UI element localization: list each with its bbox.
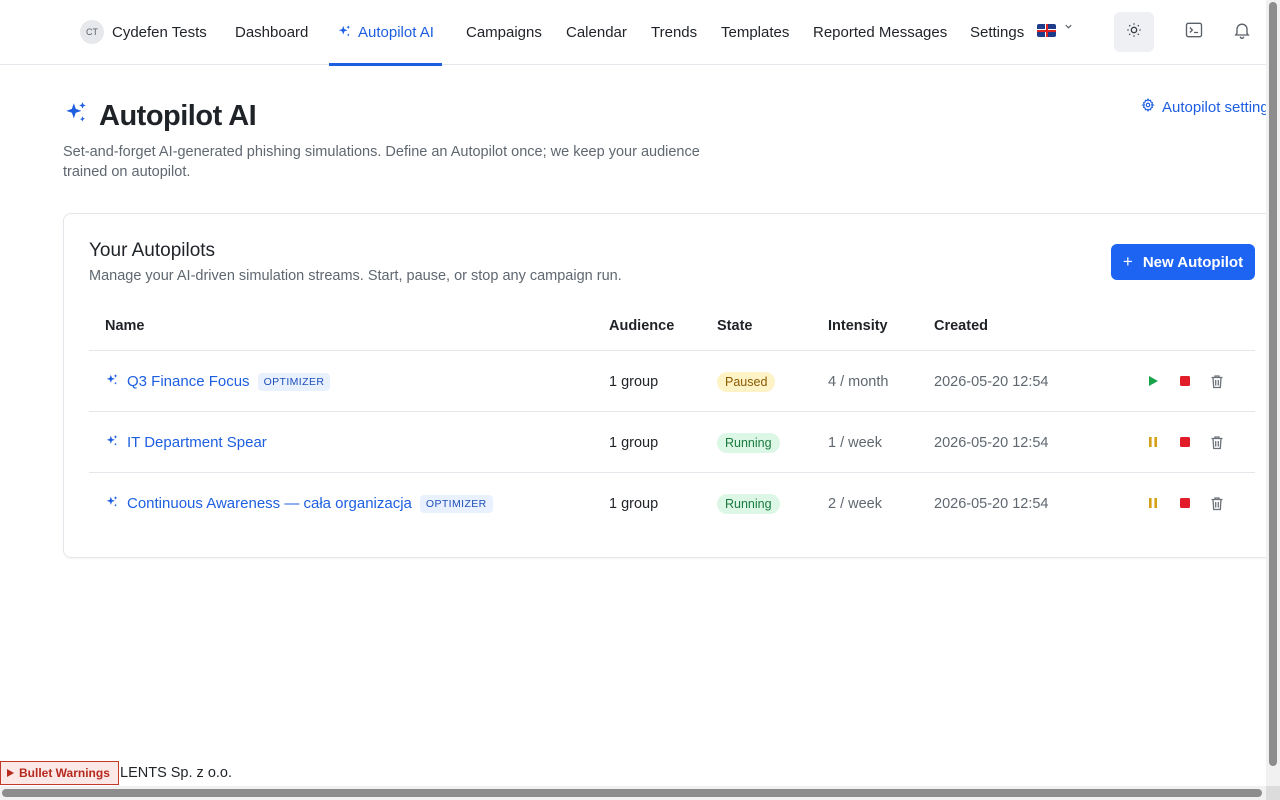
settings-link-label: Autopilot settings — [1162, 98, 1266, 116]
caret-right-icon — [7, 766, 14, 780]
theme-toggle-button[interactable] — [1114, 12, 1154, 52]
column-header-name[interactable]: Name — [105, 310, 145, 342]
horizontal-scrollbar[interactable] — [0, 786, 1266, 800]
org-avatar: CT — [80, 20, 104, 44]
autopilot-name-link[interactable]: Q3 Finance Focus OPTIMIZER — [105, 351, 331, 412]
state-cell: Running — [717, 473, 780, 534]
nav-settings[interactable]: Settings — [970, 0, 1024, 65]
nav-trends[interactable]: Trends — [651, 0, 697, 65]
new-autopilot-button[interactable]: + New Autopilot — [1111, 244, 1255, 280]
table-header: Name Audience State Intensity Created — [89, 310, 1255, 351]
nav-label: Trends — [651, 24, 698, 41]
table-row: Continuous Awareness — cała organizacja … — [89, 473, 1255, 534]
trash-icon[interactable] — [1209, 373, 1225, 389]
stop-icon[interactable] — [1177, 495, 1193, 511]
created-cell: 2026-05-20 12:54 — [934, 434, 1049, 451]
terminal-icon — [1184, 20, 1204, 45]
sparkles-icon — [105, 373, 119, 390]
nav-templates[interactable]: Templates — [721, 0, 789, 65]
nav-autopilot-ai[interactable]: Autopilot AI — [329, 0, 442, 66]
intensity-cell: 4 / month — [828, 373, 889, 390]
nav-label: Dashboard — [235, 24, 309, 41]
page-description: Set-and-forget AI-generated phishing sim… — [63, 144, 700, 180]
app-viewport: CT Cydefen Tests Dashboard Autopilot AI … — [0, 0, 1266, 786]
pause-icon[interactable] — [1145, 434, 1161, 450]
bullet-warnings-label: Bullet Warnings — [19, 766, 110, 780]
trash-icon[interactable] — [1209, 495, 1225, 511]
top-navigation: CT Cydefen Tests Dashboard Autopilot AI … — [0, 0, 1266, 66]
sun-icon — [1126, 22, 1142, 43]
nav-label: Settings — [970, 24, 1025, 41]
org-switcher[interactable]: CT Cydefen Tests — [80, 20, 207, 44]
optimizer-badge: OPTIMIZER — [419, 494, 493, 513]
autopilot-name-link[interactable]: Continuous Awareness — cała organizacja … — [105, 473, 493, 534]
nav-label: Reported Messages — [813, 24, 948, 41]
table-row: Q3 Finance Focus OPTIMIZER 1 group Pause… — [89, 351, 1255, 412]
nav-campaigns[interactable]: Campaigns — [466, 0, 542, 65]
column-header-state[interactable]: State — [717, 310, 752, 342]
autopilots-card: Your Autopilots Manage your AI-driven si… — [63, 213, 1266, 558]
nav-label: Calendar — [566, 24, 627, 41]
autopilot-name: Continuous Awareness — cała organizacja — [127, 495, 412, 512]
sparkles-icon — [337, 24, 352, 42]
audience-cell: 1 group — [609, 495, 659, 512]
sparkles-icon — [63, 100, 89, 133]
nav-calendar[interactable]: Calendar — [566, 0, 627, 65]
autopilot-name: IT Department Spear — [127, 434, 267, 451]
nav-label: Templates — [721, 24, 790, 41]
created-cell: 2026-05-20 12:54 — [934, 495, 1049, 512]
state-cell: Running — [717, 412, 780, 473]
nav-dashboard[interactable]: Dashboard — [235, 0, 308, 65]
table-row: IT Department Spear 1 group Running 1 / … — [89, 412, 1255, 473]
status-badge: Paused — [717, 371, 776, 392]
org-name: Cydefen Tests — [112, 23, 207, 41]
card-title: Your Autopilots — [89, 240, 216, 261]
new-autopilot-label: New Autopilot — [1142, 253, 1244, 271]
status-badge: Running — [717, 432, 780, 453]
vertical-scrollbar[interactable] — [1266, 0, 1280, 786]
plus-icon: + — [1122, 252, 1133, 271]
autopilot-settings-link[interactable]: Autopilot settings — [1141, 98, 1266, 116]
chevron-down-icon[interactable] — [1064, 22, 1073, 34]
card-description: Manage your AI-driven simulation streams… — [89, 268, 622, 284]
status-badge: Running — [717, 493, 780, 514]
scroll-thumb[interactable] — [1269, 2, 1277, 766]
trash-icon[interactable] — [1209, 434, 1225, 450]
notifications-button[interactable] — [1222, 12, 1262, 52]
intensity-cell: 2 / week — [828, 495, 882, 512]
optimizer-badge: OPTIMIZER — [257, 372, 331, 391]
scrollbar-corner — [1266, 786, 1280, 800]
nav-label: Autopilot AI — [358, 24, 434, 41]
sparkles-icon — [105, 495, 119, 512]
footer-company-text: LENTS Sp. z o.o. — [120, 765, 233, 781]
uk-flag-icon[interactable] — [1037, 24, 1056, 37]
page-title: Autopilot AI — [63, 98, 257, 134]
bell-icon — [1232, 20, 1252, 45]
stop-icon[interactable] — [1177, 434, 1193, 450]
audience-cell: 1 group — [609, 434, 659, 451]
play-icon[interactable] — [1145, 373, 1161, 389]
intensity-cell: 1 / week — [828, 434, 882, 451]
state-cell: Paused — [717, 351, 776, 412]
audience-cell: 1 group — [609, 373, 659, 390]
nav-label: Campaigns — [466, 24, 542, 41]
autopilot-name-link[interactable]: IT Department Spear — [105, 412, 267, 473]
autopilot-name: Q3 Finance Focus — [127, 373, 250, 390]
column-header-audience[interactable]: Audience — [609, 310, 674, 342]
page-heading: Autopilot AI — [99, 99, 257, 132]
stop-icon[interactable] — [1177, 373, 1193, 389]
sparkles-icon — [105, 434, 119, 451]
pause-icon[interactable] — [1145, 495, 1161, 511]
gear-icon — [1141, 98, 1155, 116]
created-cell: 2026-05-20 12:54 — [934, 373, 1049, 390]
column-header-intensity[interactable]: Intensity — [828, 310, 888, 342]
terminal-button[interactable] — [1174, 12, 1214, 52]
column-header-created[interactable]: Created — [934, 310, 988, 342]
nav-reported-messages[interactable]: Reported Messages — [813, 0, 947, 65]
bullet-warnings-toggle[interactable]: Bullet Warnings — [0, 761, 119, 785]
scroll-thumb[interactable] — [2, 789, 1262, 797]
